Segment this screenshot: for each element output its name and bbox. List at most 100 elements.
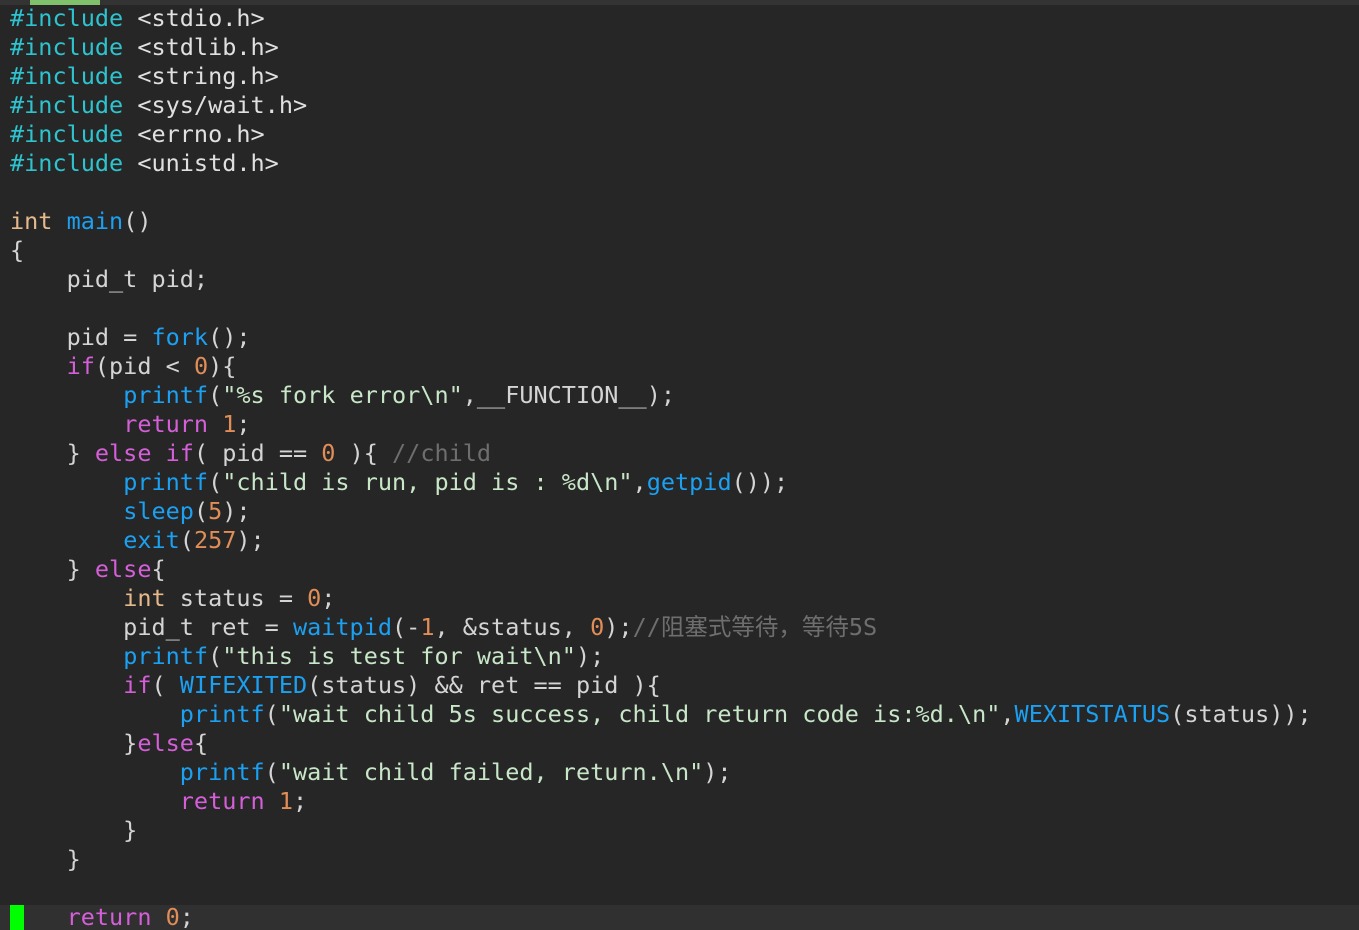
code-line[interactable]: } else if( pid == 0 ){ //child — [10, 439, 1312, 468]
code-token: ); — [604, 613, 633, 641]
code-token: , — [632, 468, 647, 496]
code-line[interactable]: pid_t pid; — [10, 265, 1312, 294]
code-line[interactable] — [10, 294, 1312, 323]
code-editor[interactable]: #include <stdio.h> #include <stdlib.h> #in… — [0, 0, 1359, 930]
code-token: (- — [392, 613, 421, 641]
code-line[interactable]: } — [10, 845, 1312, 874]
code-line[interactable]: }else{ — [10, 729, 1312, 758]
code-line[interactable]: sleep(5); — [10, 497, 1312, 526]
code-token: if — [66, 352, 95, 380]
code-line[interactable]: printf("child is run, pid is : %d\n",get… — [10, 468, 1312, 497]
code-line[interactable] — [10, 874, 1312, 903]
code-token: return — [179, 787, 265, 815]
code-line[interactable]: #include <sys/wait.h> — [10, 91, 1312, 120]
code-token: } — [10, 845, 81, 873]
code-token: ; — [236, 410, 251, 438]
code-token: //阻塞式等待，等待5S — [632, 613, 878, 641]
code-line[interactable]: if(pid < 0){ — [10, 352, 1312, 381]
code-token: ( — [179, 526, 194, 554]
code-token: () — [123, 207, 152, 235]
code-token: main — [66, 207, 124, 235]
code-token: <sys/wait.h> — [123, 91, 308, 119]
code-token: ; — [179, 903, 194, 930]
code-token: printf — [179, 700, 265, 728]
code-token: else — [137, 729, 194, 757]
code-token: if — [123, 671, 152, 699]
code-token: else — [94, 439, 152, 467]
code-token: } — [10, 439, 95, 467]
code-line[interactable]: #include <unistd.h> — [10, 149, 1312, 178]
code-token: ( — [264, 758, 279, 786]
code-token: WEXITSTATUS — [1014, 700, 1171, 728]
code-token: 257 — [193, 526, 237, 554]
code-line[interactable]: } — [10, 816, 1312, 845]
code-token: sleep — [123, 497, 194, 525]
code-token: printf — [123, 642, 209, 670]
code-token: 0 — [321, 439, 336, 467]
code-line[interactable] — [10, 178, 1312, 207]
code-token: status = — [165, 584, 308, 612]
code-line[interactable]: #include <errno.h> — [10, 120, 1312, 149]
code-line[interactable]: return 0; — [10, 903, 1312, 930]
code-token: printf — [123, 381, 209, 409]
code-token: ){ — [335, 439, 393, 467]
code-token: exit — [123, 526, 180, 554]
code-token: waitpid — [292, 613, 393, 641]
code-line[interactable]: } else{ — [10, 555, 1312, 584]
code-line[interactable]: pid = fork(); — [10, 323, 1312, 352]
code-token: else — [94, 555, 152, 583]
code-token: #include — [10, 62, 124, 90]
code-token: "wait child failed, return.\n" — [278, 758, 704, 786]
code-line[interactable]: #include <string.h> — [10, 62, 1312, 91]
code-token: #include — [10, 120, 124, 148]
code-token: ; — [321, 584, 336, 612]
code-token: WIFEXITED — [179, 671, 308, 699]
code-line[interactable]: pid_t ret = waitpid(-1, &status, 0);//阻塞… — [10, 613, 1312, 642]
code-token: ()); — [731, 468, 789, 496]
code-token: <stdio.h> — [123, 4, 265, 32]
code-line[interactable]: printf("wait child 5s success, child ret… — [10, 700, 1312, 729]
code-token: (); — [208, 323, 251, 351]
code-line[interactable]: printf("wait child failed, return.\n"); — [10, 758, 1312, 787]
code-line[interactable]: exit(257); — [10, 526, 1312, 555]
code-token: ); — [575, 642, 605, 670]
code-token: int — [123, 584, 166, 612]
code-token: { — [151, 555, 166, 583]
code-line[interactable]: if( WIFEXITED(status) && ret == pid ){ — [10, 671, 1312, 700]
code-line[interactable]: #include <stdio.h> — [10, 4, 1312, 33]
code-token: pid = — [10, 323, 152, 351]
code-token: ,__FUNCTION__); — [462, 381, 675, 409]
code-area[interactable]: #include <stdio.h> #include <stdlib.h> #in… — [10, 4, 1312, 930]
code-token: printf — [123, 468, 209, 496]
code-line[interactable]: #include <stdlib.h> — [10, 33, 1312, 62]
code-token: ( — [208, 381, 223, 409]
code-token: 0 — [193, 352, 209, 380]
code-token: "child is run, pid is : %d\n" — [222, 468, 633, 496]
code-token: "wait child 5s success, child return cod… — [278, 700, 1001, 728]
code-token: ( — [193, 497, 209, 525]
code-token: getpid — [646, 468, 732, 496]
code-line[interactable]: printf("this is test for wait\n"); — [10, 642, 1312, 671]
code-token: 5 — [208, 497, 223, 525]
text-cursor — [10, 905, 24, 930]
code-token: <unistd.h> — [123, 149, 279, 177]
code-token: 0 — [590, 613, 605, 641]
code-token: } — [10, 729, 138, 757]
code-line[interactable]: return 1; — [10, 410, 1312, 439]
code-token: <string.h> — [123, 62, 279, 90]
code-line[interactable]: int status = 0; — [10, 584, 1312, 613]
code-line[interactable]: return 1; — [10, 787, 1312, 816]
code-line[interactable]: int main() — [10, 207, 1312, 236]
code-token: ( pid == — [193, 439, 322, 467]
code-line[interactable]: { — [10, 236, 1312, 265]
code-token: <stdlib.h> — [123, 33, 279, 61]
code-token: ); — [222, 497, 251, 525]
code-line[interactable]: printf("%s fork error\n",__FUNCTION__); — [10, 381, 1312, 410]
